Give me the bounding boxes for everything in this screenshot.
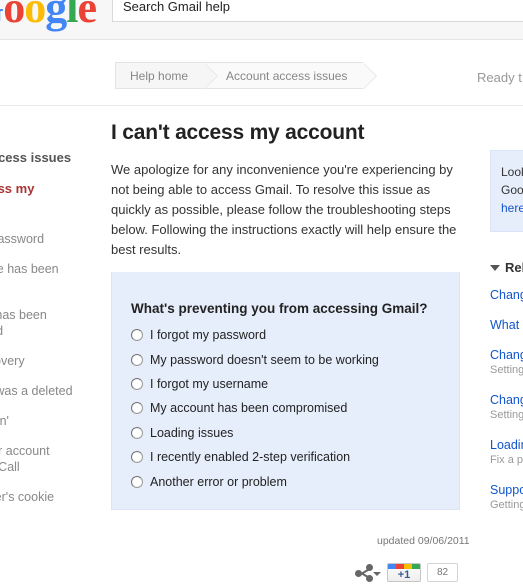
breadcrumb: Help home Account access issues	[115, 62, 378, 89]
question-box: What's preventing you from accessing Gma…	[111, 272, 460, 510]
logo-letter-o2: o	[24, 0, 46, 32]
plus-one-count-badge: 82	[427, 563, 458, 582]
radio-option-label: My account has been compromised	[150, 401, 348, 416]
breadcrumb-item-label: Help home	[130, 68, 189, 83]
radio-icon[interactable]	[131, 377, 143, 390]
plus-one-label: +1	[397, 569, 411, 581]
left-sidebar-item[interactable]: Stay signed in'	[0, 413, 96, 429]
plus-one-button[interactable]: +1	[387, 563, 421, 582]
left-sidebar-item[interactable]: Account recovery	[0, 353, 96, 369]
question-label: What's preventing you from accessing Gma…	[131, 301, 428, 316]
radio-icon[interactable]	[131, 329, 143, 342]
related-item[interactable]: What is my username?	[490, 317, 523, 333]
related-item-subtitle: Settings	[490, 409, 523, 421]
radio-option-label: Loading issues	[150, 425, 234, 440]
radio-option-forgot-password[interactable]: I forgot my password	[131, 323, 451, 347]
share-node-1	[355, 569, 362, 577]
related-item[interactable]: Support options Getting started	[490, 482, 523, 513]
left-sidebar-item[interactable]: Recover your account with a Voice Call	[0, 443, 96, 475]
related-item-title: Change my settings	[490, 348, 523, 362]
option-list: I forgot my password My password doesn't…	[131, 323, 451, 494]
logo-letter-o1: o	[3, 0, 25, 32]
left-sidebar-current-item[interactable]: I can't access my account	[0, 181, 96, 211]
left-sidebar-item[interactable]: My username has been taken	[0, 261, 96, 293]
radio-icon[interactable]	[131, 353, 143, 366]
radio-option-password-not-working[interactable]: My password doesn't seem to be working	[131, 347, 451, 371]
left-sidebar-item[interactable]: My account was a deleted	[0, 383, 96, 399]
related-list: Change my password What is my username? …	[490, 287, 523, 513]
chevron-down-icon	[373, 571, 381, 576]
related-item-title: Change my password	[490, 288, 523, 302]
left-sidebar-item[interactable]: My account has been compromised	[0, 307, 96, 339]
related-heading-label: Related	[505, 260, 523, 275]
radio-option-label: My password doesn't seem to be working	[150, 352, 379, 367]
share-node-2	[366, 563, 373, 571]
related-item[interactable]: Change my picture Settings	[490, 392, 523, 423]
related-item-title: What is my username?	[490, 318, 523, 332]
share-icon[interactable]	[355, 563, 381, 582]
search-input[interactable]: Search Gmail help	[112, 0, 523, 22]
radio-option-loading-issues[interactable]: Loading issues	[131, 421, 451, 445]
updated-timestamp: updated 09/06/2011	[377, 535, 470, 547]
related-item-title: Change my picture	[490, 393, 523, 407]
related-item[interactable]: Loading issues Fix a problem	[490, 437, 523, 468]
logo-letter-e: e	[77, 0, 97, 32]
related-item[interactable]: Change my password	[490, 287, 523, 303]
breadcrumb-chevron-icon	[363, 63, 377, 89]
radio-option-label: Another error or problem	[150, 474, 287, 489]
logo-letter-l: l	[66, 0, 78, 32]
promo-line-2: Google Apps?	[501, 183, 523, 197]
promo-link[interactable]: here	[501, 201, 523, 215]
related-item-title: Loading issues	[490, 438, 523, 452]
radio-option-label: I forgot my username	[150, 376, 269, 391]
related-item-subtitle: Settings	[490, 364, 523, 376]
google-logo[interactable]: Google	[0, 0, 97, 32]
help-center-page: Google Search Gmail help Help home Accou…	[0, 0, 523, 584]
main-content: I can't access my account We apologize f…	[111, 120, 471, 260]
radio-icon[interactable]	[131, 426, 143, 439]
left-sidebar: Account access issues I can't access my …	[0, 150, 96, 519]
promo-line-1: Looking for	[501, 165, 523, 179]
page-title: I can't access my account	[111, 121, 365, 144]
related-section-header[interactable]: Related	[490, 260, 523, 275]
left-sidebar-title: Account access issues	[0, 150, 72, 165]
radio-option-another-error[interactable]: Another error or problem	[131, 469, 451, 493]
breadcrumb-divider	[0, 105, 523, 106]
radio-option-forgot-username[interactable]: I forgot my username	[131, 372, 451, 396]
promo-box: Looking for Google Apps? here	[490, 150, 523, 232]
breadcrumb-chevron-icon	[204, 63, 218, 89]
breadcrumb-item-account-access-issues[interactable]: Account access issues	[204, 62, 378, 89]
radio-option-account-compromised[interactable]: My account has been compromised	[131, 396, 451, 420]
right-sidebar: Looking for Google Apps? here Related Ch…	[490, 150, 523, 527]
radio-option-2-step-verification[interactable]: I recently enabled 2-step verification	[131, 445, 451, 469]
search-input-value: Search Gmail help	[123, 0, 230, 14]
related-item-subtitle: Fix a problem	[490, 454, 523, 466]
triangle-down-icon[interactable]	[490, 264, 500, 271]
intro-paragraph: We apologize for any inconvenience you'r…	[111, 162, 457, 257]
radio-option-label: I forgot my password	[150, 328, 267, 343]
radio-icon[interactable]	[131, 475, 143, 488]
ready-text: Ready t	[477, 70, 522, 85]
radio-icon[interactable]	[131, 402, 143, 415]
left-sidebar-item[interactable]: I forgot my password	[0, 231, 96, 247]
logo-letter-g2: g	[45, 0, 67, 32]
left-sidebar-item[interactable]: Clear browser's cookie	[0, 489, 96, 505]
radio-icon[interactable]	[131, 451, 143, 464]
breadcrumb-item-help-home[interactable]: Help home	[115, 62, 219, 89]
related-item-title: Support options	[490, 483, 523, 497]
share-node-3	[366, 574, 373, 582]
related-item-subtitle: Getting started	[490, 499, 523, 511]
social-share-row: +1 82	[355, 563, 458, 582]
radio-option-label: I recently enabled 2-step verification	[150, 450, 351, 465]
related-item[interactable]: Change my settings Settings	[490, 347, 523, 378]
breadcrumb-item-label: Account access issues	[226, 68, 348, 83]
